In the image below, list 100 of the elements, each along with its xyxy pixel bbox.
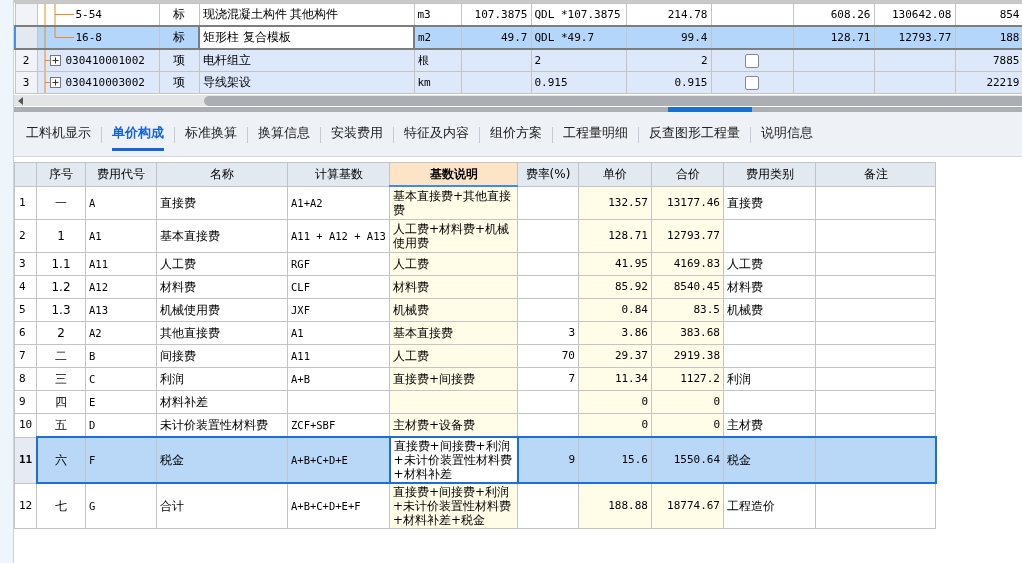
table-cell: 18774.67 — [651, 483, 724, 529]
table-cell: 标 — [159, 26, 199, 49]
table-cell: 基本直接费 — [389, 321, 518, 345]
table-cell: 1 — [36, 219, 86, 253]
table-cell: 9 — [517, 437, 579, 483]
table-cell: 128.71 — [793, 26, 874, 49]
tab[interactable]: 反查图形工程量 — [649, 118, 740, 151]
row-number: 12 — [14, 483, 37, 529]
table-cell: 基本直接费+其他直接费 — [389, 186, 518, 220]
column-header[interactable]: 费率(%) — [517, 162, 579, 186]
tab[interactable]: 工程量明细 — [563, 118, 628, 151]
table-cell: F — [85, 437, 157, 483]
table-cell: 矩形柱 复合模板 — [199, 26, 414, 49]
table-cell: 人工费 — [156, 252, 288, 276]
table-cell: 其他直接费 — [156, 321, 288, 345]
row-number: 6 — [14, 321, 37, 345]
row-number: 7 — [14, 344, 37, 368]
table-cell: 材料费 — [156, 275, 288, 299]
tab[interactable]: 说明信息 — [761, 118, 813, 151]
table-cell: 合计 — [156, 483, 288, 529]
splitter-bar[interactable] — [14, 106, 1022, 112]
row-number: 5 — [14, 298, 37, 322]
table-cell: 直接费+间接费+利润+未计价装置性材料费+材料补差+税金 — [389, 483, 518, 529]
table-cell: 机械使用费 — [156, 298, 288, 322]
table-cell: 13177.46 — [651, 186, 724, 220]
table-cell: 工程造价 — [723, 483, 816, 529]
row-number: 9 — [14, 390, 37, 414]
table-cell: A1+A2 — [287, 186, 390, 220]
item-code: 030410003002 — [65, 76, 145, 89]
expand-icon[interactable] — [49, 55, 61, 66]
checkbox[interactable] — [745, 75, 759, 90]
table-cell: 12793.77 — [651, 219, 724, 253]
table-cell: 现浇混凝土构件 其他构件 — [199, 3, 414, 26]
table-cell: 132.57 — [578, 186, 652, 220]
table-cell: ZCF+SBF — [287, 413, 390, 437]
table-cell: 人工费 — [389, 344, 518, 368]
table-cell: 直接费 — [156, 186, 288, 220]
table-cell: 导线架设 — [199, 71, 414, 94]
tab[interactable]: 安装费用 — [331, 118, 383, 151]
column-header[interactable]: 序号 — [36, 162, 86, 186]
table-cell: G — [85, 483, 157, 529]
tab[interactable]: 组价方案 — [490, 118, 542, 151]
table-cell: 六 — [36, 437, 86, 483]
table-cell: 主材费+设备费 — [389, 413, 518, 437]
row-number: 10 — [14, 413, 37, 437]
table-cell: 人工费 — [389, 252, 518, 276]
column-header[interactable]: 单价 — [578, 162, 652, 186]
tab[interactable]: 单价构成 — [112, 118, 164, 151]
table-cell: 机械费 — [389, 298, 518, 322]
table-cell: 128.71 — [578, 219, 652, 253]
tab[interactable]: 换算信息 — [258, 118, 310, 151]
tab[interactable]: 特征及内容 — [404, 118, 469, 151]
table-cell: 间接费 — [156, 344, 288, 368]
row-number: 8 — [14, 367, 37, 391]
table-cell: A — [85, 186, 157, 220]
horizontal-scrollbar[interactable] — [14, 95, 1022, 106]
row-number: 2 — [14, 219, 37, 253]
table-cell: 基本直接费 — [156, 219, 288, 253]
table-cell: 188 — [955, 26, 1022, 49]
checkbox[interactable] — [745, 53, 759, 68]
table-cell: 未计价装置性材料费 — [156, 413, 288, 437]
table-cell: 税金 — [156, 437, 288, 483]
column-header[interactable]: 备注 — [815, 162, 936, 186]
table-cell: 1550.64 — [651, 437, 724, 483]
table-cell: 电杆组立 — [199, 49, 414, 72]
row-number: 11 — [14, 437, 37, 483]
table-cell: A+B+C+D+E — [287, 437, 390, 483]
column-header[interactable]: 名称 — [156, 162, 288, 186]
table-cell: 直接费 — [723, 186, 816, 220]
table-cell: A11 + A12 + A13 — [287, 219, 390, 253]
column-header[interactable]: 费用代号 — [85, 162, 157, 186]
table-cell: 人工费+材料费+机械使用费 — [389, 219, 518, 253]
table-cell: 利润 — [156, 367, 288, 391]
row-number: 1 — [14, 186, 37, 220]
column-header[interactable]: 合价 — [651, 162, 724, 186]
splitter-handle[interactable] — [668, 107, 752, 112]
table-cell: A+B+C+D+E+F — [287, 483, 390, 529]
item-code: 5-54 — [75, 8, 102, 21]
table-cell: 188.88 — [578, 483, 652, 529]
table-cell: m2 — [414, 26, 461, 49]
column-header[interactable]: 基数说明 — [389, 162, 518, 186]
tab[interactable]: 工料机显示 — [26, 118, 91, 151]
row-number: 3 — [14, 252, 37, 276]
row-number: 3 — [15, 71, 37, 94]
table-cell: 七 — [36, 483, 86, 529]
table-cell: 材料费 — [389, 275, 518, 299]
scrollbar-thumb[interactable] — [204, 95, 1022, 106]
left-arrow-icon[interactable] — [18, 96, 24, 105]
expand-icon[interactable] — [49, 77, 61, 88]
row-number: 4 — [14, 275, 37, 299]
table-cell: 税金 — [723, 437, 816, 483]
table-cell: 99.4 — [626, 26, 711, 49]
item-code: 16-8 — [75, 31, 102, 44]
table-cell: QDL *49.7 — [531, 26, 626, 49]
item-code: 030410001002 — [65, 54, 145, 67]
table-cell: A1 — [85, 219, 157, 253]
column-header[interactable]: 计算基数 — [287, 162, 390, 186]
column-header[interactable]: 费用类别 — [723, 162, 816, 186]
tab[interactable]: 标准换算 — [185, 118, 237, 151]
row-number: 2 — [15, 49, 37, 72]
